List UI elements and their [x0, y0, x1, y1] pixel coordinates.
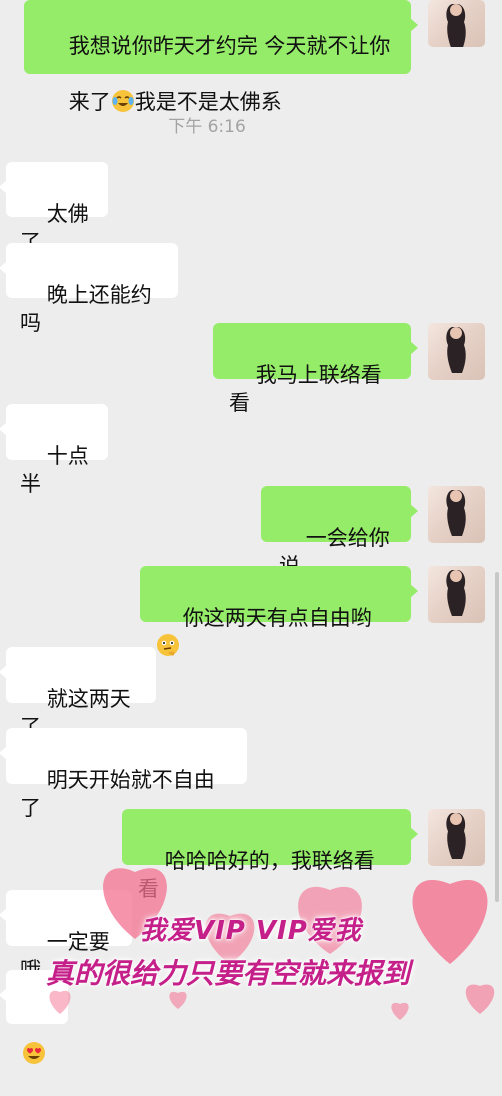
message-bubble-received[interactable]: 明天开始就不自由了: [0, 728, 247, 820]
message-text: 我马上联络看看: [229, 363, 382, 415]
message-text: 你这两天有点自由哟: [182, 606, 372, 630]
message-text: 晚上还能约吗: [20, 283, 152, 335]
avatar[interactable]: [428, 486, 485, 543]
message-text: 来了: [68, 90, 111, 114]
avatar-photo: [446, 570, 466, 616]
message-timestamp: 下午 6:16: [168, 117, 246, 137]
avatar-photo: [446, 327, 466, 373]
overlay-caption: 我爱VIP VIP爱我: [140, 916, 362, 946]
message-bubble-sent[interactable]: 你这两天有点自由哟: [140, 566, 418, 656]
message-bubble-sent[interactable]: 我马上联络看看: [213, 323, 418, 415]
avatar-photo: [446, 4, 466, 47]
heart-eyes-emoji: [23, 1042, 45, 1064]
chat-view: 我想说你昨天才约完 今天就不让你 来了 我是不是太佛系 下午 6:16 太佛了 晚…: [0, 0, 502, 1064]
message-bubble-received[interactable]: 一定要哦: [0, 890, 132, 982]
thinking-face-emoji: [157, 634, 179, 656]
message-text: 我想说你昨天才约完 今天就不让你: [68, 34, 391, 58]
message-bubble-received[interactable]: 就这两天了: [0, 647, 156, 739]
avatar-photo: [446, 490, 466, 536]
message-bubble-received[interactable]: 十点半: [0, 404, 108, 496]
avatar[interactable]: [428, 566, 485, 623]
avatar-photo: [446, 813, 466, 859]
overlay-caption: 真的很给力只要有空就来报到: [46, 957, 411, 990]
message-bubble-received[interactable]: 太佛了: [0, 162, 108, 254]
scrollbar[interactable]: [495, 572, 499, 902]
message-text: 十点半: [20, 444, 89, 496]
message-text: 我是不是太佛系: [134, 90, 282, 114]
message-bubble-received[interactable]: 晚上还能约吗: [0, 243, 178, 335]
avatar[interactable]: [428, 323, 485, 380]
message-text: 哈哈哈好的，我联络看看: [138, 849, 375, 901]
avatar[interactable]: [428, 0, 485, 47]
avatar[interactable]: [428, 809, 485, 866]
face-with-tears-emoji: [111, 90, 134, 112]
message-bubble-sent[interactable]: 我想说你昨天才约完 今天就不让你 来了 我是不是太佛系: [24, 0, 418, 114]
message-bubble-sent[interactable]: 一会给你说: [261, 486, 418, 578]
message-bubble-sent[interactable]: 哈哈哈好的，我联络看看: [122, 809, 418, 901]
